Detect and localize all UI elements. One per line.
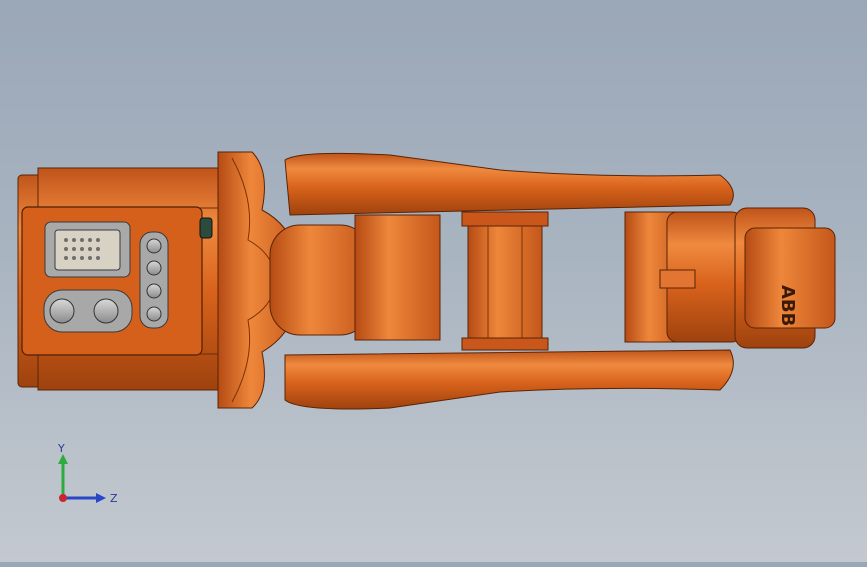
connector-panel bbox=[21, 206, 213, 356]
arm-link-shaft bbox=[461, 211, 549, 351]
cad-viewport[interactable]: ABB Y Z bbox=[0, 0, 867, 562]
upper-arm: ABB bbox=[624, 207, 836, 349]
robot-model[interactable]: ABB bbox=[0, 0, 867, 562]
x-axis-dot bbox=[59, 494, 67, 502]
y-axis-label: Y bbox=[57, 442, 65, 455]
z-axis-label: Z bbox=[110, 492, 118, 505]
abb-logo: ABB bbox=[777, 285, 798, 326]
orientation-triad: Y Z bbox=[57, 442, 118, 505]
